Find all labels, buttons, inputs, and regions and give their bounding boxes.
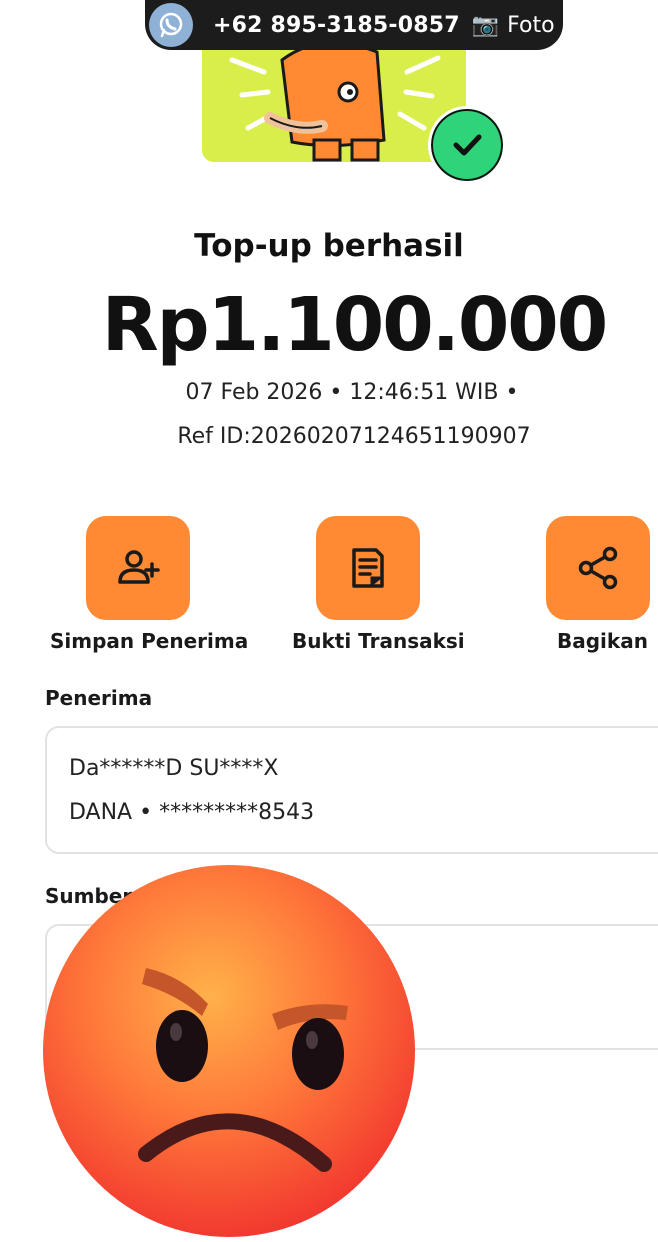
recipient-section-label: Penerima	[45, 686, 153, 710]
save-recipient-label: Simpan Penerima	[50, 629, 249, 653]
whatsapp-icon	[149, 3, 193, 47]
add-user-icon	[118, 550, 160, 584]
transaction-datetime: 07 Feb 2026 • 12:46:51 WIB •	[185, 380, 519, 405]
reference-id: Ref ID:20260207124651190907	[177, 424, 531, 449]
whatsapp-contact-overlay: +62 895-3185-0857 📷 Foto	[145, 0, 563, 50]
share-icon	[578, 546, 618, 590]
share-label: Bagikan	[557, 629, 648, 653]
share-button[interactable]	[546, 516, 650, 620]
angry-face-emoji	[42, 864, 416, 1238]
amount: Rp1.100.000	[101, 282, 609, 368]
overlay-phone-number: +62 895-3185-0857	[213, 12, 460, 38]
recipient-name: Da******D SU****X	[69, 756, 279, 781]
overlay-foto-label: Foto	[507, 12, 555, 38]
success-check-icon	[428, 106, 506, 184]
status-title: Top-up berhasil	[194, 228, 464, 264]
save-recipient-button[interactable]	[86, 516, 190, 620]
transaction-receipt-button[interactable]	[316, 516, 420, 620]
transaction-receipt-label: Bukti Transaksi	[292, 629, 465, 653]
recipient-account: DANA • *********8543	[69, 800, 315, 825]
recipient-card: Da******D SU****X DANA • *********8543	[45, 726, 658, 854]
receipt-icon	[352, 548, 384, 588]
camera-icon: 📷	[471, 12, 500, 38]
